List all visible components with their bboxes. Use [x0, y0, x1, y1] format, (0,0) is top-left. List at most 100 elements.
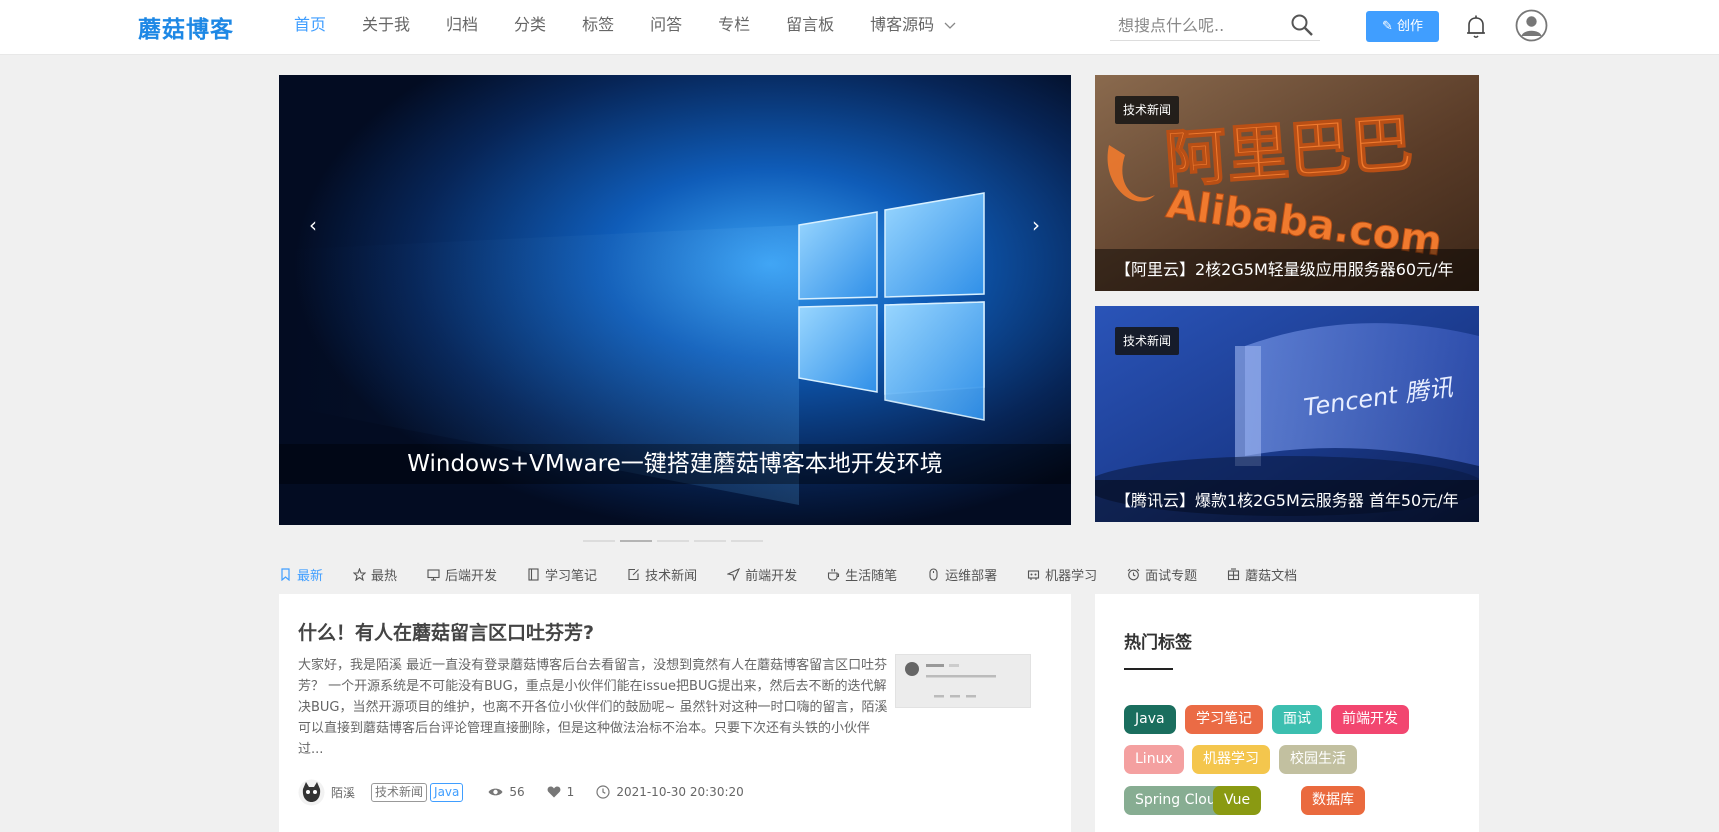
hot-tag[interactable]: Linux [1124, 745, 1184, 774]
hot-tag[interactable]: 学习笔记 [1185, 705, 1263, 734]
main-nav: 首页 关于我 归档 分类 标签 问答 专栏 留言板 博客源码 [294, 0, 992, 55]
site-logo[interactable]: 蘑菇博客 [138, 10, 234, 44]
chevron-down-icon [944, 22, 956, 29]
article-title[interactable]: 什么！有人在蘑菇留言区口吐芬芳? [298, 618, 594, 645]
hot-tag[interactable]: 数据库 [1301, 786, 1365, 815]
like-count-value: 1 [566, 785, 575, 799]
publish-date: 2021-10-30 20:30:20 [596, 785, 744, 799]
author-name[interactable]: 陌溪 [331, 784, 355, 801]
nav-item-category[interactable]: 分类 [514, 0, 546, 55]
tab-life-essays[interactable]: 生活随笔 [827, 562, 897, 586]
tab-label: 面试专题 [1145, 568, 1198, 584]
nav-item-source-code-label: 博客源码 [870, 15, 935, 34]
tab-label: 学习笔记 [545, 568, 598, 584]
article-meta: 陌溪 技术新闻 Java 56 1 2021-10-30 20:30:20 [298, 778, 744, 806]
tab-label: 机器学习 [1045, 568, 1098, 584]
featured-card-alibaba[interactable]: 阿里巴巴 Alibaba.com 技术新闻 【阿里云】2核2G5M轻量级应用服务… [1095, 75, 1479, 291]
clock-icon [596, 785, 610, 799]
hot-tag[interactable]: 校园生活 [1279, 745, 1357, 774]
card-caption[interactable]: 【阿里云】2核2G5M轻量级应用服务器60元/年 [1095, 249, 1479, 291]
tab-interview[interactable]: 面试专题 [1127, 562, 1197, 586]
carousel-prev-arrow-icon[interactable]: ‹ [298, 210, 328, 240]
tab-backend[interactable]: 后端开发 [427, 562, 497, 586]
hot-tag[interactable]: Vue [1213, 786, 1262, 815]
nav-item-column[interactable]: 专栏 [718, 0, 750, 55]
card-caption[interactable]: 【腾讯云】爆款1核2G5M云服务器 首年50元/年 [1095, 480, 1479, 522]
tab-label: 蘑菇文档 [1245, 568, 1298, 584]
carousel-indicator[interactable] [694, 540, 726, 542]
nav-item-source-code[interactable]: 博客源码 [870, 0, 956, 55]
tab-frontend[interactable]: 前端开发 [727, 562, 797, 586]
mouse-icon [929, 567, 938, 581]
bookmark-icon [281, 567, 290, 581]
search-input[interactable] [1118, 14, 1283, 36]
tab-label: 运维部署 [945, 568, 998, 584]
nav-item-tags[interactable]: 标签 [582, 0, 614, 55]
carousel-indicator[interactable] [731, 540, 763, 542]
tab-machine-learning[interactable]: 机器学习 [1027, 562, 1097, 586]
tab-mogu-docs[interactable]: 蘑菇文档 [1227, 562, 1297, 586]
monitor-icon [427, 568, 440, 581]
create-button-label: 创作 [1397, 19, 1424, 34]
hot-tag[interactable]: 面试 [1272, 705, 1322, 734]
article-tag[interactable]: Java [430, 782, 464, 802]
tab-hottest[interactable]: 最热 [353, 562, 397, 586]
featured-card-tencent[interactable]: Tencent 腾讯 技术新闻 【腾讯云】爆款1核2G5M云服务器 首年50元/… [1095, 306, 1479, 522]
carousel-caption[interactable]: Windows+VMware一键搭建蘑菇博客本地开发环境 [279, 444, 1071, 484]
hot-tag[interactable]: Java [1124, 705, 1176, 734]
view-count-value: 56 [509, 785, 525, 799]
nav-item-qa[interactable]: 问答 [650, 0, 682, 55]
tab-latest[interactable]: 最新 [279, 562, 323, 586]
carousel-indicator[interactable] [583, 540, 615, 542]
tab-tech-news[interactable]: 技术新闻 [627, 562, 697, 586]
heart-icon [547, 786, 561, 798]
author-avatar[interactable] [298, 779, 325, 806]
hot-tags-panel: 热门标签 Java 学习笔记 面试 前端开发 Linux 机器学习 校园生活 S… [1095, 594, 1479, 832]
coffee-icon [828, 568, 840, 581]
article-thumbnail[interactable] [895, 654, 1031, 708]
pen-icon: ✎ [1381, 19, 1397, 34]
nav-item-message-board[interactable]: 留言板 [786, 0, 834, 55]
tab-label: 技术新闻 [645, 568, 698, 584]
grid-icon [1228, 567, 1240, 580]
nav-item-about[interactable]: 关于我 [362, 0, 410, 55]
tab-study-notes[interactable]: 学习笔记 [527, 562, 597, 586]
tab-label: 后端开发 [445, 568, 498, 584]
hot-tag[interactable]: 机器学习 [1192, 745, 1270, 774]
search-icon[interactable] [1290, 13, 1314, 37]
tab-label: 前端开发 [745, 568, 798, 584]
card-category-badge[interactable]: 技术新闻 [1115, 327, 1180, 355]
like-count[interactable]: 1 [547, 785, 575, 799]
article-tag[interactable]: 技术新闻 [371, 782, 428, 802]
robot-icon [1028, 569, 1040, 580]
tab-ops-deploy[interactable]: 运维部署 [927, 562, 997, 586]
carousel-indicator[interactable] [657, 540, 689, 542]
star-icon [353, 567, 367, 581]
send-icon [727, 567, 741, 581]
view-count: 56 [488, 785, 525, 799]
card-category-badge[interactable]: 技术新闻 [1115, 96, 1180, 124]
carousel-indicator-active[interactable] [620, 540, 652, 542]
tab-label: 生活随笔 [845, 568, 898, 584]
category-tabs: 最新 最热 后端开发 学习笔记 技术新闻 前端开发 生活随笔 运维部署 机器学习… [279, 562, 1327, 586]
carousel-next-arrow-icon[interactable]: › [1021, 210, 1051, 240]
notebook-icon [528, 567, 539, 581]
create-button[interactable]: ✎ 创作 [1366, 11, 1439, 42]
carousel-indicators [583, 540, 768, 542]
alarm-icon [1127, 568, 1140, 580]
publish-date-value: 2021-10-30 20:30:20 [616, 785, 744, 799]
user-avatar-icon[interactable] [1515, 9, 1548, 42]
nav-item-home[interactable]: 首页 [294, 0, 326, 55]
article-summary: 大家好，我是陌溪 最近一直没有登录蘑菇博客后台去看留言，没想到竟然有人在蘑菇博客… [298, 658, 888, 757]
thumbnail-preview-image [905, 662, 996, 698]
tab-label: 最热 [371, 568, 398, 584]
hot-tag[interactable]: 前端开发 [1331, 705, 1409, 734]
title-underline [1124, 668, 1173, 670]
tab-label: 最新 [297, 568, 324, 584]
search-box [1110, 9, 1320, 41]
bell-icon[interactable] [1464, 14, 1488, 40]
hot-tags-title: 热门标签 [1124, 633, 1192, 653]
nav-item-archive[interactable]: 归档 [446, 0, 478, 55]
carousel-slide[interactable]: Windows+VMware一键搭建蘑菇博客本地开发环境 [279, 75, 1071, 525]
article-card: 什么！有人在蘑菇留言区口吐芬芳? 大家好，我是陌溪 最近一直没有登录蘑菇博客后台… [279, 594, 1071, 832]
